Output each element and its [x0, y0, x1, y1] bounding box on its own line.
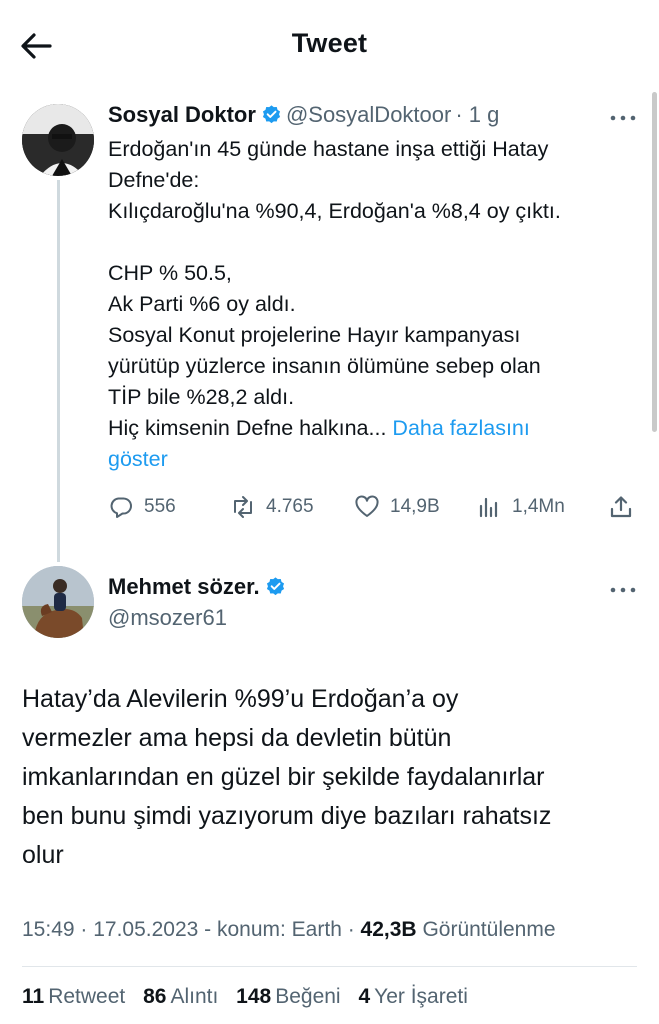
likes-stat-count: 148	[236, 985, 272, 1008]
share-button[interactable]	[608, 490, 644, 524]
quotes-stat-count: 86	[143, 985, 167, 1008]
heart-icon	[355, 495, 379, 517]
avatar-sosyal-doktor[interactable]	[22, 104, 94, 176]
author-name[interactable]: Mehmet sözer.	[108, 574, 286, 600]
tweet-text-line: Erdoğan'ın 45 günde hastane inşa ettiği …	[108, 137, 549, 161]
tweet-text-line: Hatay’da Alevilerin %99’u Erdoğan’a oy	[22, 685, 459, 713]
more-options-icon[interactable]	[608, 580, 638, 600]
tweet-text-line-last: Hiç kimsenin Defne halkına... Daha fazla…	[108, 413, 643, 444]
retweet-button[interactable]: 4.765	[230, 490, 314, 524]
author-name-text[interactable]: Mehmet sözer.	[108, 574, 260, 599]
tweet-text-line: Kılıçdaroğlu'na %90,4, Erdoğan'a %8,4 oy…	[108, 199, 561, 223]
parent-tweet-actions: 556 4.765 14,9B 1,4Mn	[108, 490, 638, 524]
parent-tweet-header: Sosyal Doktor @SosyalDoktoor · 1 g	[108, 102, 499, 132]
tweet-text-line: vermezler ama hepsi da devletin bütün	[22, 724, 452, 752]
quotes-stat-label: Alıntı	[170, 985, 219, 1008]
tweet-text-line: imkanlarından en güzel bir şekilde fayda…	[22, 763, 545, 791]
show-more-link-continued[interactable]: göster	[108, 444, 643, 475]
engagement-stats: 11 Retweet 86 Alıntı 148 Beğeni 4 Yer İşaret…	[22, 985, 480, 1009]
like-count: 14,9B	[390, 496, 440, 517]
tweet-text-line: yürütüp yüzlerce insanın ölümüne sebep o…	[108, 354, 541, 378]
parent-author-name[interactable]: Sosyal Doktor	[108, 102, 256, 127]
views-count: 1,4Mn	[512, 496, 565, 517]
verified-badge-icon	[261, 104, 282, 125]
page-title: Tweet	[291, 28, 368, 58]
tweet-text-line: Ak Parti %6 oy aldı.	[108, 292, 296, 316]
analytics-icon	[479, 497, 498, 518]
parent-author-handle[interactable]: @SosyalDoktoor	[286, 102, 451, 127]
retweets-stat[interactable]: 11 Retweet	[22, 985, 125, 1008]
tweet-text-truncated: Hiç kimsenin Defne halkına...	[108, 416, 387, 440]
author-handle[interactable]: @msozer61	[108, 605, 227, 631]
tweet-text-line: CHP % 50.5,	[108, 261, 232, 285]
tweet-text-line: olur	[22, 841, 64, 869]
tweet-text-line: Sosyal Konut projelerine Hayır kampanyas…	[108, 323, 521, 347]
scrollbar[interactable]	[652, 92, 657, 432]
bookmarks-stat[interactable]: 4 Yer İşareti	[358, 985, 467, 1008]
like-button[interactable]: 14,9B	[354, 490, 440, 524]
bookmarks-stat-label: Yer İşareti	[374, 985, 468, 1008]
views-total: 42,3B	[360, 918, 417, 941]
show-more-link[interactable]: Daha fazlasını	[392, 416, 529, 440]
tweet-text: Hatay’da Alevilerin %99’u Erdoğan’a oy v…	[22, 680, 642, 875]
share-icon	[610, 496, 632, 518]
likes-stat-label: Beğeni	[275, 985, 341, 1008]
thread-connector-line	[57, 180, 60, 562]
tweet-text-line: TİP bile %28,2 aldı.	[108, 385, 295, 409]
bookmarks-stat-count: 4	[358, 985, 371, 1008]
retweet-icon	[234, 496, 252, 518]
retweets-stat-label: Retweet	[48, 985, 126, 1008]
avatar-mehmet-sozer[interactable]	[22, 566, 94, 638]
tweet-timestamp[interactable]: 15:49 · 17.05.2023 - konum: Earth ·	[22, 918, 355, 941]
tweet-text-line: ben bunu şimdi yazıyorum diye bazıları r…	[22, 802, 552, 830]
verified-badge-icon	[265, 576, 286, 597]
tweet-text-line: Defne'de:	[108, 168, 200, 192]
parent-tweet-text: Erdoğan'ın 45 günde hastane inşa ettiği …	[108, 134, 643, 475]
more-options-icon[interactable]	[608, 108, 638, 128]
tweet-meta: 15:49 · 17.05.2023 - konum: Earth · 42,3…	[22, 918, 556, 942]
views-button[interactable]: 1,4Mn	[476, 490, 565, 524]
retweets-stat-count: 11	[22, 985, 45, 1008]
views-label: Görüntülenme	[422, 918, 556, 941]
retweet-count: 4.765	[266, 496, 314, 517]
parent-tweet-time: · 1 g	[455, 102, 500, 127]
quotes-stat[interactable]: 86 Alıntı	[143, 985, 218, 1008]
reply-count: 556	[144, 496, 176, 517]
divider	[22, 966, 637, 967]
likes-stat[interactable]: 148 Beğeni	[236, 985, 340, 1008]
top-bar: Tweet	[0, 0, 659, 92]
reply-button[interactable]: 556	[108, 490, 176, 524]
reply-icon	[110, 497, 132, 518]
